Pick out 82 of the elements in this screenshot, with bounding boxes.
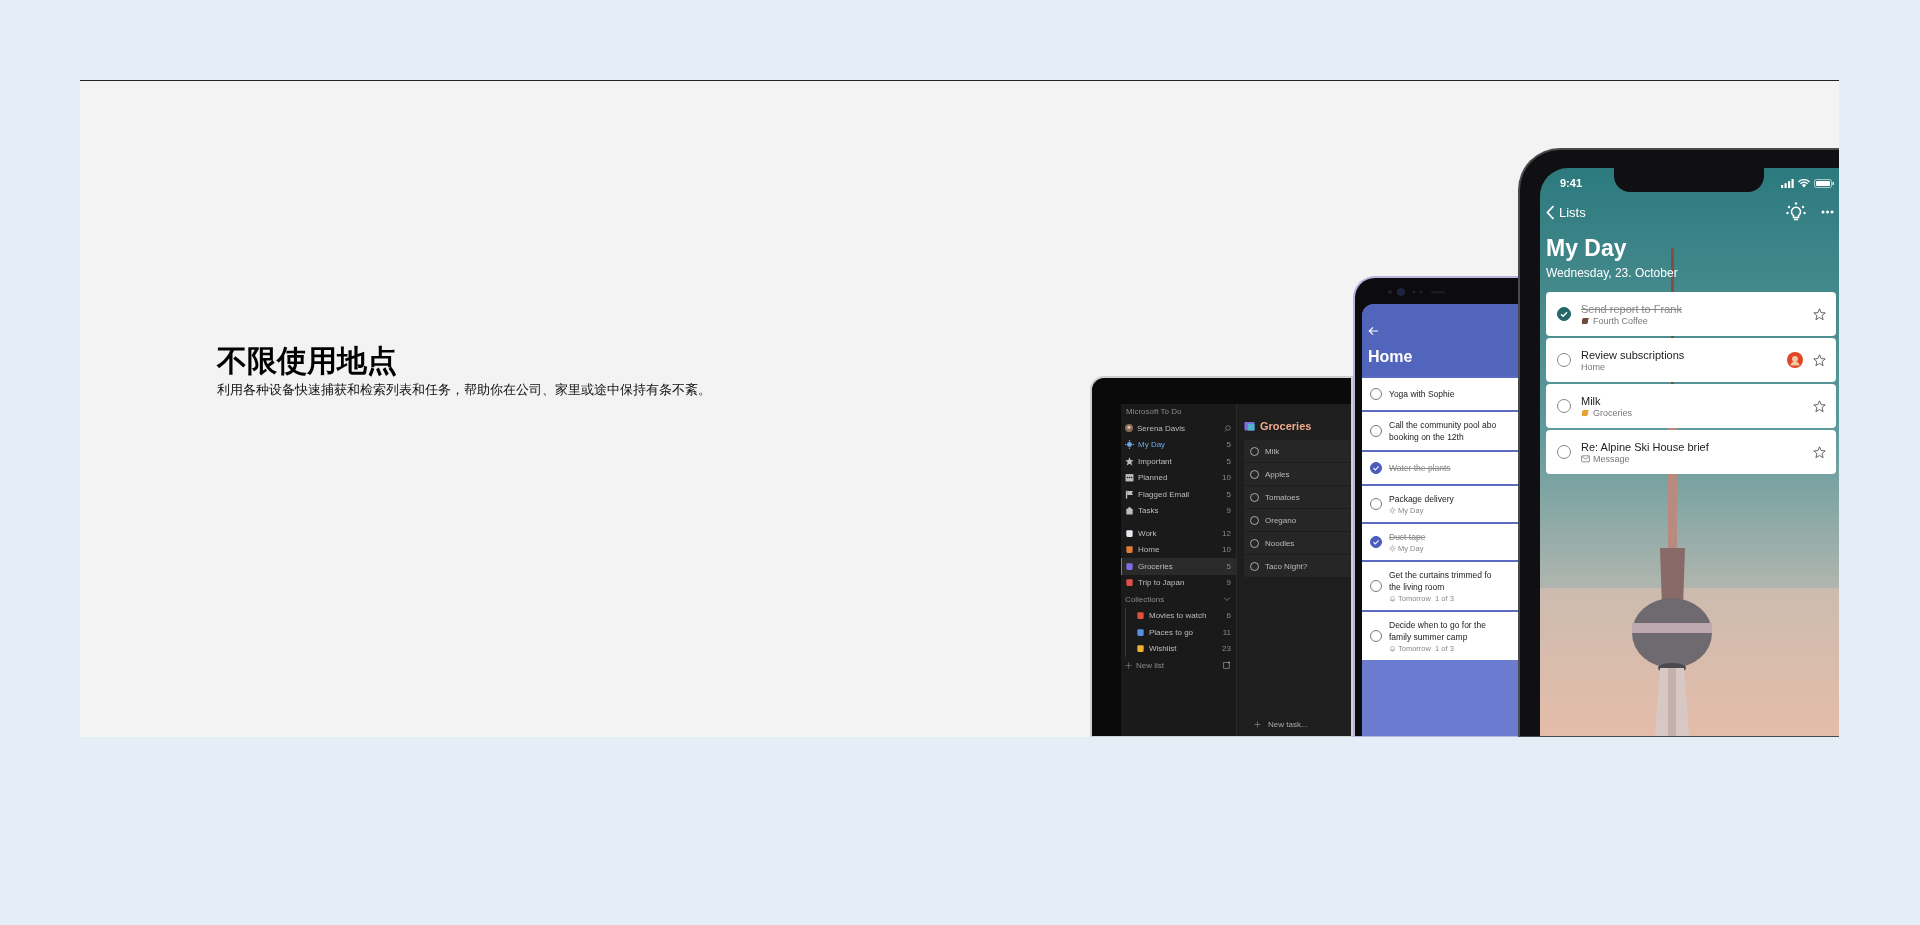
- new-list-button[interactable]: New list: [1136, 660, 1164, 670]
- battery-icon: [1814, 178, 1834, 188]
- bell-icon: [1389, 595, 1396, 602]
- task-title: Decide when to go for the family summer camp: [1389, 619, 1486, 643]
- task-row[interactable]: Apples: [1244, 463, 1351, 485]
- star-icon: [1813, 353, 1826, 367]
- task-title: Re: Alpine Ski House brief: [1581, 440, 1710, 453]
- checkbox[interactable]: [1370, 462, 1382, 474]
- task-card[interactable]: Re: Alpine Ski House brief Message: [1546, 430, 1836, 474]
- sidebar-item[interactable]: Movies to watch 6: [1126, 607, 1236, 624]
- lightbulb-icon: [1785, 202, 1807, 222]
- status-time: 9:41: [1560, 177, 1583, 189]
- task-title: Call the community pool abo booking on the 12th: [1389, 419, 1497, 443]
- task-title: Milk: [1581, 394, 1602, 407]
- camera-icon: [1385, 287, 1445, 297]
- sidebar-item[interactable]: Planned 10: [1121, 469, 1236, 486]
- task-row[interactable]: Milk: [1244, 440, 1351, 462]
- task-title: Review subscriptions: [1581, 348, 1686, 361]
- check-icon: [1372, 464, 1380, 472]
- sidebar-item[interactable]: Flagged Email 5: [1121, 486, 1236, 503]
- task-title: Package delivery: [1389, 493, 1454, 505]
- sidebar-item[interactable]: Wishlist 23: [1126, 640, 1236, 657]
- task-card[interactable]: Send report to Frank Fourth Coffee: [1546, 292, 1836, 336]
- sidebar-item[interactable]: Important 5: [1121, 453, 1236, 470]
- screen-title: My Day: [1546, 235, 1628, 262]
- plus-icon: [1125, 661, 1132, 669]
- task-title: Get the curtains trimmed fo the living room: [1389, 569, 1492, 593]
- task-card[interactable]: Review subscriptions Home: [1546, 338, 1836, 382]
- task-row[interactable]: Taco Night?: [1244, 555, 1351, 577]
- task-row[interactable]: Noodles: [1244, 532, 1351, 554]
- sidebar-item[interactable]: Home 10: [1121, 541, 1236, 558]
- check-icon: [1559, 309, 1569, 319]
- task-subtitle: Message: [1593, 453, 1630, 464]
- folder-icon: [1244, 421, 1255, 431]
- description: 利用各种设备快速捕获和检索列表和任务，帮助你在公司、家里或途中保持有条不紊。: [217, 381, 711, 399]
- avatar-icon: [1125, 424, 1133, 433]
- search-icon: [1224, 424, 1231, 432]
- checkbox[interactable]: [1370, 536, 1382, 548]
- group-label: Collections: [1125, 594, 1165, 604]
- check-icon: [1372, 538, 1380, 546]
- sidebar-item[interactable]: Trip to Japan 9: [1121, 574, 1236, 591]
- bell-icon: [1389, 645, 1396, 652]
- wifi-icon: [1798, 178, 1810, 188]
- envelope-icon: [1581, 453, 1590, 464]
- add-group-icon: [1223, 661, 1231, 670]
- back-button[interactable]: Lists: [1546, 204, 1586, 220]
- task-title: Send report to Frank: [1581, 302, 1683, 315]
- signal-icon: [1781, 178, 1794, 188]
- sun-icon: [1389, 507, 1396, 514]
- task-subtitle: Groceries: [1593, 407, 1632, 418]
- sidebar-item[interactable]: Work 12: [1121, 525, 1236, 542]
- chevron-icon: [1546, 204, 1555, 220]
- heading: 不限使用地点: [217, 343, 398, 379]
- plus-icon: [1254, 720, 1261, 728]
- task-title: Water the plants: [1389, 462, 1451, 474]
- task-card[interactable]: Water the plants: [1362, 452, 1518, 484]
- app-title: Microsoft To Do: [1125, 407, 1183, 418]
- task-subtitle: Home: [1581, 361, 1605, 372]
- star-icon: [1813, 445, 1826, 459]
- sidebar-item[interactable]: Places to go 11: [1126, 624, 1236, 641]
- sidebar-item[interactable]: Groceries 5: [1121, 558, 1236, 575]
- user-name: Serena Davis: [1137, 423, 1186, 433]
- star-icon: [1813, 307, 1826, 321]
- sidebar-item[interactable]: My Day 5: [1121, 436, 1236, 453]
- task-row[interactable]: Oregano: [1244, 509, 1351, 531]
- sun-icon: [1389, 545, 1396, 552]
- new-task-field[interactable]: New task...: [1268, 719, 1308, 729]
- task-title: Duct tape: [1389, 531, 1426, 543]
- date-label: Wednesday, 23. October: [1546, 266, 1679, 280]
- task-title: Yoga with Sophie: [1389, 388, 1455, 400]
- sidebar-item[interactable]: Tasks 9: [1121, 502, 1236, 519]
- task-subtitle: Fourth Coffee: [1593, 315, 1648, 326]
- task-card[interactable]: Yoga with Sophie: [1362, 378, 1518, 410]
- task-row[interactable]: Tomatoes: [1244, 486, 1351, 508]
- task-card[interactable]: Milk Groceries: [1546, 384, 1836, 428]
- task-card[interactable]: Call the community pool abo booking on the 12th: [1362, 412, 1518, 450]
- screen-title: Home: [1368, 348, 1414, 366]
- more-icon: [1821, 210, 1834, 214]
- list-title: Groceries: [1260, 420, 1312, 432]
- checkbox[interactable]: [1557, 307, 1571, 321]
- star-icon: [1813, 399, 1826, 413]
- back-arrow-icon: [1368, 326, 1379, 336]
